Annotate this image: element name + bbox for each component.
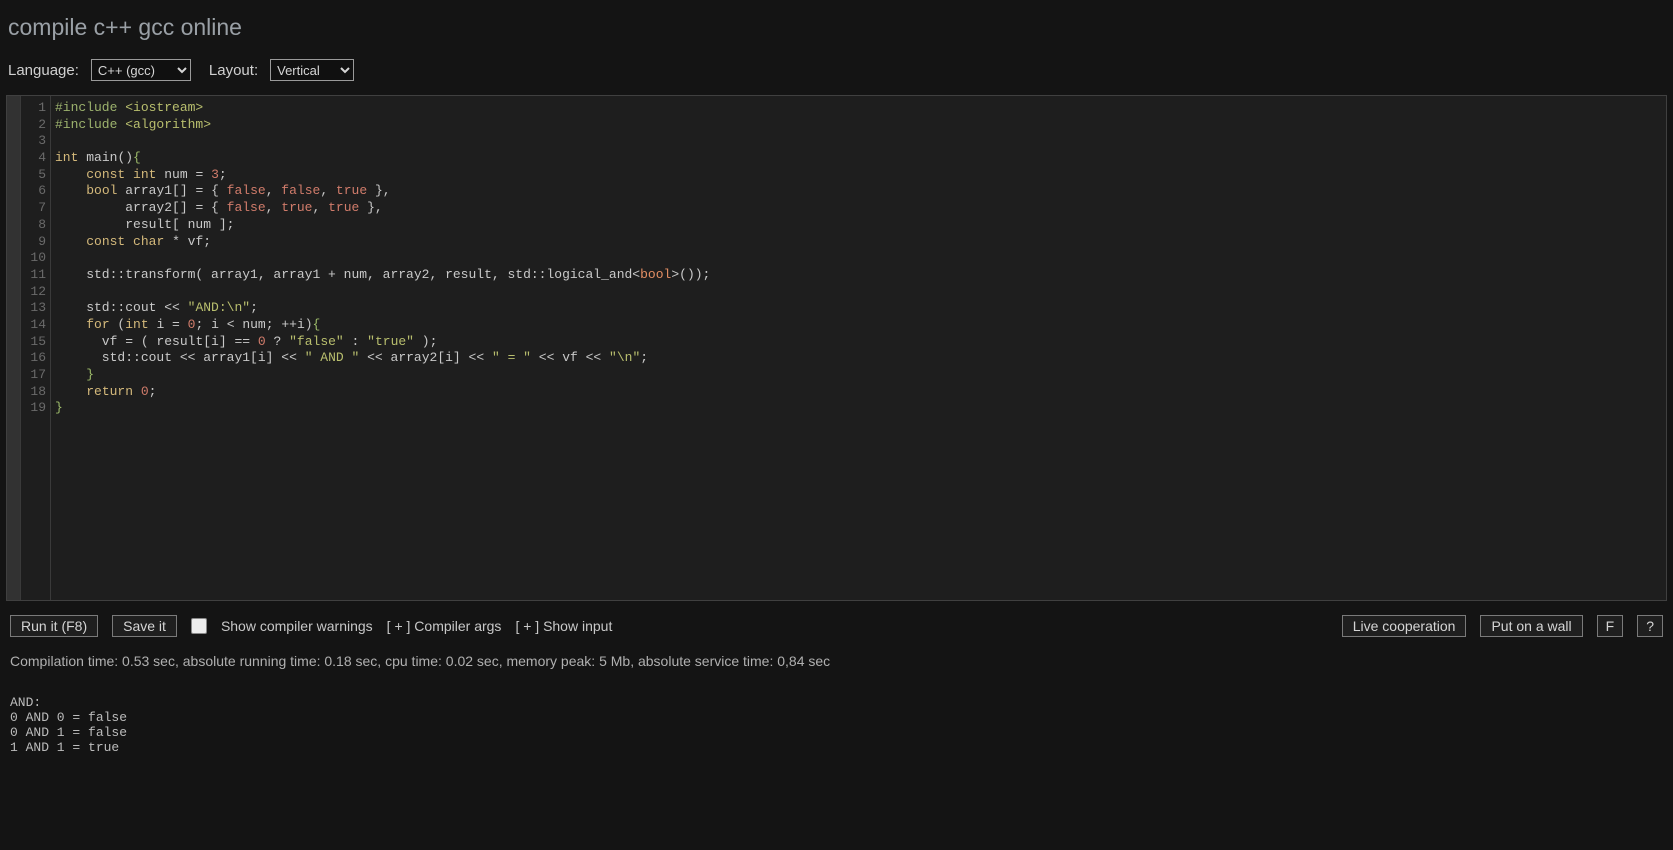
layout-select[interactable]: Vertical xyxy=(270,59,354,81)
code-line[interactable]: std::transform( array1, array1 + num, ar… xyxy=(55,267,1660,284)
line-number: 18 xyxy=(23,384,46,401)
code-line[interactable]: #include <iostream> xyxy=(55,100,1660,117)
code-line[interactable] xyxy=(55,250,1660,267)
line-number: 1 xyxy=(23,100,46,117)
code-line[interactable]: vf = ( result[i] == 0 ? "false" : "true"… xyxy=(55,334,1660,351)
compilation-status: Compilation time: 0.53 sec, absolute run… xyxy=(0,643,1673,673)
code-line[interactable]: array2[] = { false, true, true }, xyxy=(55,200,1660,217)
line-number: 10 xyxy=(23,250,46,267)
line-number: 3 xyxy=(23,133,46,150)
fullscreen-button[interactable]: F xyxy=(1597,615,1624,637)
code-editor[interactable]: 12345678910111213141516171819 #include <… xyxy=(6,95,1667,601)
line-number: 4 xyxy=(23,150,46,167)
line-number: 11 xyxy=(23,267,46,284)
line-number: 9 xyxy=(23,234,46,251)
code-line[interactable]: #include <algorithm> xyxy=(55,117,1660,134)
line-number: 19 xyxy=(23,400,46,417)
code-line[interactable]: const int num = 3; xyxy=(55,167,1660,184)
show-input-toggle[interactable]: [ + ] Show input xyxy=(515,618,612,634)
line-number: 15 xyxy=(23,334,46,351)
page-title: compile c++ gcc online xyxy=(0,0,1673,59)
code-line[interactable]: const char * vf; xyxy=(55,234,1660,251)
save-button[interactable]: Save it xyxy=(112,615,177,637)
code-line[interactable]: bool array1[] = { false, false, true }, xyxy=(55,183,1660,200)
code-line[interactable]: int main(){ xyxy=(55,150,1660,167)
code-line[interactable]: std::cout << array1[i] << " AND " << arr… xyxy=(55,350,1660,367)
line-number: 5 xyxy=(23,167,46,184)
editor-scrollbar[interactable] xyxy=(7,96,21,600)
help-button[interactable]: ? xyxy=(1637,615,1663,637)
code-area[interactable]: #include <iostream>#include <algorithm> … xyxy=(51,96,1666,600)
line-number-gutter: 12345678910111213141516171819 xyxy=(21,96,51,600)
show-warnings-checkbox[interactable] xyxy=(191,618,207,634)
line-number: 14 xyxy=(23,317,46,334)
program-output: AND: 0 AND 0 = false 0 AND 1 = false 1 A… xyxy=(0,673,1673,765)
code-line[interactable]: } xyxy=(55,400,1660,417)
code-line[interactable]: result[ num ]; xyxy=(55,217,1660,234)
code-line[interactable]: } xyxy=(55,367,1660,384)
line-number: 12 xyxy=(23,284,46,301)
line-number: 7 xyxy=(23,200,46,217)
layout-label: Layout: xyxy=(209,62,258,79)
line-number: 8 xyxy=(23,217,46,234)
code-line[interactable] xyxy=(55,133,1660,150)
show-warnings-label: Show compiler warnings xyxy=(221,618,373,634)
controls-bar: Run it (F8) Save it Show compiler warnin… xyxy=(0,601,1673,643)
toolbar: Language: C++ (gcc) Layout: Vertical xyxy=(0,59,1673,95)
live-cooperation-button[interactable]: Live cooperation xyxy=(1342,615,1467,637)
code-line[interactable] xyxy=(55,284,1660,301)
language-label: Language: xyxy=(8,62,79,79)
run-button[interactable]: Run it (F8) xyxy=(10,615,98,637)
language-select[interactable]: C++ (gcc) xyxy=(91,59,191,81)
put-on-wall-button[interactable]: Put on a wall xyxy=(1480,615,1582,637)
code-line[interactable]: return 0; xyxy=(55,384,1660,401)
line-number: 13 xyxy=(23,300,46,317)
line-number: 17 xyxy=(23,367,46,384)
code-line[interactable]: std::cout << "AND:\n"; xyxy=(55,300,1660,317)
line-number: 2 xyxy=(23,117,46,134)
line-number: 6 xyxy=(23,183,46,200)
compiler-args-toggle[interactable]: [ + ] Compiler args xyxy=(387,618,502,634)
code-line[interactable]: for (int i = 0; i < num; ++i){ xyxy=(55,317,1660,334)
line-number: 16 xyxy=(23,350,46,367)
